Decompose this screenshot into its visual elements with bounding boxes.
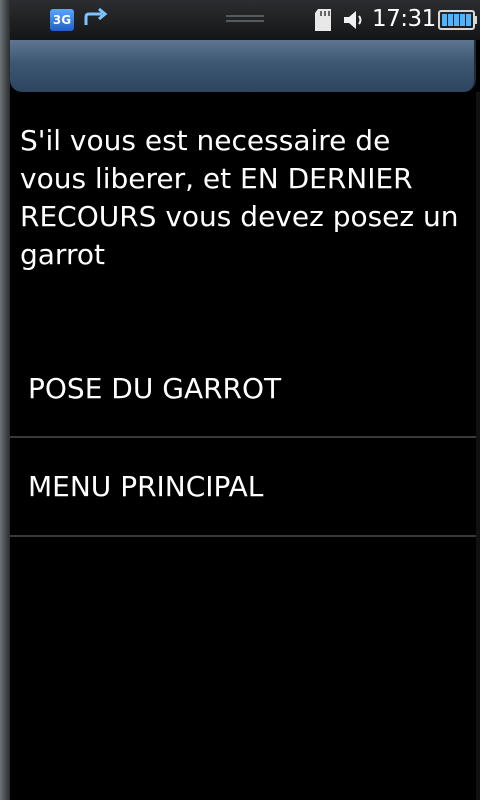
menu-item-label: POSE DU GARROT <box>28 371 282 405</box>
3g-icon: 3G <box>50 9 74 31</box>
menu-item-menu-principal[interactable]: MENU PRINCIPAL <box>10 438 476 537</box>
drag-handle-icon[interactable] <box>226 15 264 25</box>
status-bar: 3G 17:31 <box>10 0 480 40</box>
sd-card-icon <box>315 9 331 31</box>
instruction-message: S'il vous est necessaire de vous liberer… <box>20 124 459 271</box>
app-screen: 3G 17:31 S'il vous est necessaire de vou… <box>0 0 480 800</box>
menu-item-label: MENU PRINCIPAL <box>28 470 264 503</box>
screen-edge <box>0 0 10 800</box>
title-bar <box>10 40 476 92</box>
menu-item-pose-du-garrot[interactable]: POSE DU GARROT <box>10 340 476 438</box>
screen-edge-right <box>476 92 480 800</box>
battery-icon <box>438 10 477 30</box>
menu-list: POSE DU GARROT MENU PRINCIPAL <box>10 340 476 537</box>
sync-icon <box>84 7 108 25</box>
status-time: 17:31 <box>372 6 436 32</box>
volume-icon <box>344 11 362 29</box>
